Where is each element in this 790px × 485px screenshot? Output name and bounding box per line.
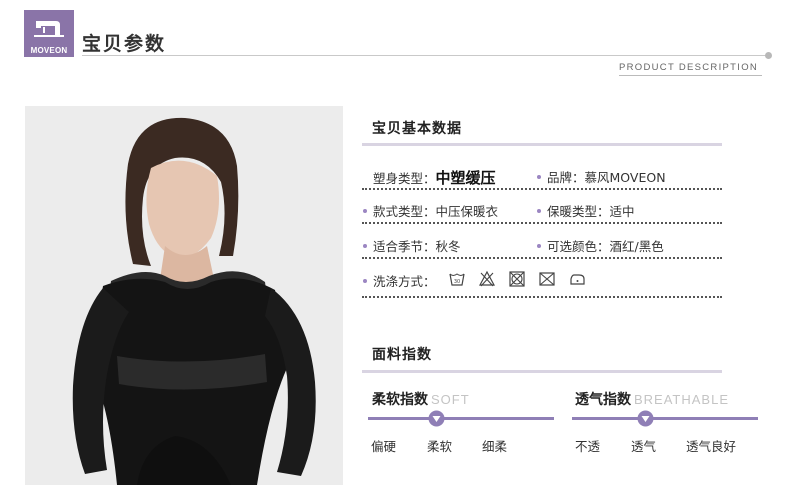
no-bleach-icon [478,270,496,288]
spec-row: 适合季节：秋冬 可选颜色：酒红/黑色 [362,231,722,259]
spec-value: 中塑缓压 [435,169,496,187]
bullet-dot [363,278,367,283]
spec-row: 款式类型：中压保暖衣 保暖类型：适中 [362,196,722,224]
breathability-label: 透气良好 [686,439,737,454]
softness-title: 柔软指数 SOFT [372,389,470,409]
spec-row: 洗涤方式： 30 [362,266,722,298]
spec-value: 中压保暖衣 [435,204,499,219]
spec-label: 塑身类型： [373,171,436,186]
spec-value: 适中 [609,204,635,219]
spec-row: 塑身类型：中塑缓压 品牌：慕风MOVEON [362,162,722,190]
breathability-title-text: 透气指数 [575,392,631,408]
basic-data-title: 宝贝基本数据 [372,121,462,137]
bullet-dot [537,243,541,248]
brand-logo: MOVEON [24,10,74,57]
spec-label: 可选颜色： [547,239,610,254]
softness-title-text: 柔软指数 [372,392,428,408]
no-dry-clean-icon [538,270,556,288]
softness-pointer-icon [428,410,445,427]
svg-text:30: 30 [454,279,460,285]
softness-label: 柔软 [427,439,453,454]
breathability-pointer-icon [637,410,654,427]
iron-low-icon [568,270,586,288]
bullet-dot [363,208,367,213]
brand-name: MOVEON [30,46,68,55]
bullet-dot [363,243,367,248]
wash-30-icon: 30 [448,270,466,288]
fabric-index-title: 面料指数 [372,347,432,363]
softness-label: 细柔 [482,439,508,454]
spec-label: 洗涤方式： [373,274,436,289]
spec-item-colors: 可选颜色：酒红/黑色 [537,236,664,255]
fabric-index-bar [362,370,722,373]
spec-item-style: 款式类型：中压保暖衣 [363,201,498,220]
sewing-machine-icon [34,21,64,37]
care-icons: 30 [448,270,586,288]
spec-value: 秋冬 [435,239,461,254]
breathability-title: 透气指数 BREATHABLE [575,389,729,409]
breathability-label: 透气 [631,439,657,454]
breathability-title-en: BREATHABLE [634,392,730,407]
basic-data-bar [362,143,722,146]
page-subtitle: PRODUCT DESCRIPTION [619,62,759,73]
softness-title-en: SOFT [431,392,470,407]
breathability-label: 不透 [575,439,601,454]
header-divider [82,55,766,56]
spec-item-season: 适合季节：秋冬 [363,236,461,255]
spec-label: 品牌： [547,170,585,185]
bullet-dot [537,174,541,179]
breathability-scale-bar [572,417,758,420]
product-photo [25,106,343,485]
header-divider-dot [765,52,772,59]
subtitle-underline [619,75,762,76]
spec-item-brand: 品牌：慕风MOVEON [537,167,666,186]
page-title: 宝贝参数 [82,33,167,55]
softness-label: 偏硬 [371,439,397,454]
spec-item-body-type: 塑身类型：中塑缓压 [373,167,496,188]
spec-value: 慕风MOVEON [584,170,666,185]
spec-item-warmth: 保暖类型：适中 [537,201,635,220]
softness-scale-bar [368,417,554,420]
spec-value: 酒红/黑色 [609,239,664,254]
spec-label: 款式类型： [373,204,436,219]
bullet-dot [537,208,541,213]
no-tumble-dry-icon [508,270,526,288]
spec-label: 保暖类型： [547,204,610,219]
spec-label: 适合季节： [373,239,436,254]
spec-item-washing: 洗涤方式： [363,271,436,290]
